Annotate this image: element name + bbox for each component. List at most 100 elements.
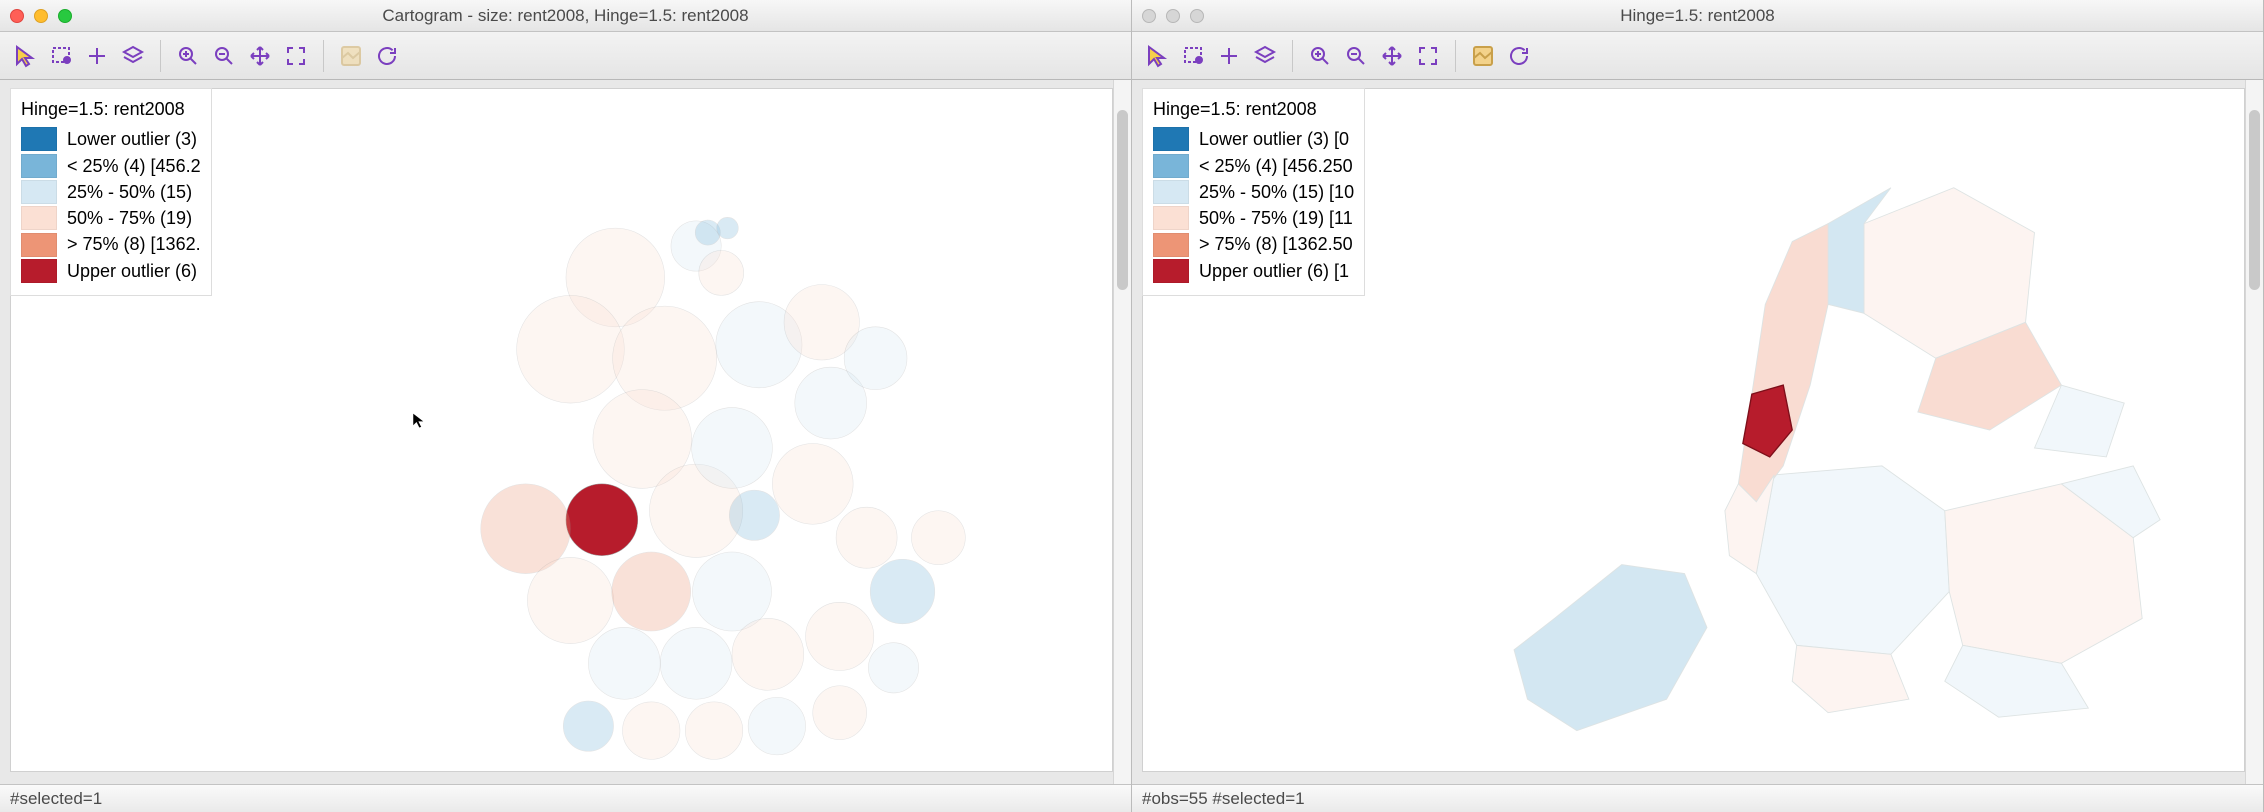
legend-item[interactable]: Lower outlier (3) [0	[1153, 127, 1354, 151]
legend-swatch	[21, 233, 57, 257]
titlebar[interactable]: Hinge=1.5: rent2008	[1132, 0, 2263, 32]
legend-swatch	[1153, 259, 1189, 283]
legend-swatch	[21, 154, 57, 178]
bubble[interactable]	[685, 702, 742, 759]
legend-label: Upper outlier (6)	[67, 259, 197, 283]
vertical-scrollbar[interactable]	[2245, 80, 2263, 784]
content-area: Hinge=1.5: rent2008 Lower outlier (3) [0…	[1132, 80, 2263, 784]
layers-icon[interactable]	[1250, 41, 1280, 71]
bubble[interactable]	[836, 507, 897, 568]
close-icon[interactable]	[10, 9, 24, 23]
map-region[interactable]	[1792, 645, 1909, 712]
toolbar	[0, 32, 1131, 80]
pan-icon[interactable]	[1377, 41, 1407, 71]
zoom-icon[interactable]	[58, 9, 72, 23]
bubble[interactable]	[813, 686, 867, 740]
basemap-icon[interactable]	[336, 41, 366, 71]
legend-item[interactable]: 50% - 75% (19) [11	[1153, 206, 1354, 230]
legend-label: 50% - 75% (19)	[67, 206, 192, 230]
bubble[interactable]	[692, 408, 773, 489]
legend-item[interactable]: > 75% (8) [1362.50	[1153, 232, 1354, 256]
legend[interactable]: Hinge=1.5: rent2008 Lower outlier (3) [0…	[1142, 88, 1365, 296]
legend-label: 25% - 50% (15) [10	[1199, 180, 1354, 204]
zoom-icon[interactable]	[1190, 9, 1204, 23]
legend-item[interactable]: Upper outlier (6)	[21, 259, 201, 283]
statusbar: #selected=1	[0, 784, 1131, 812]
map-region[interactable]	[1756, 466, 1949, 654]
legend-label: Upper outlier (6) [1	[1199, 259, 1349, 283]
scrollbar-thumb[interactable]	[1117, 110, 1128, 290]
bubble[interactable]	[623, 702, 680, 759]
legend-item[interactable]: < 25% (4) [456.250	[1153, 154, 1354, 178]
legend-item[interactable]: Lower outlier (3)	[21, 127, 201, 151]
legend-item[interactable]: Upper outlier (6) [1	[1153, 259, 1354, 283]
vertical-scrollbar[interactable]	[1113, 80, 1131, 784]
bubble[interactable]	[732, 618, 804, 690]
map-region[interactable]	[2035, 385, 2125, 457]
bubble[interactable]	[612, 552, 691, 631]
layers-icon[interactable]	[118, 41, 148, 71]
status-text: #selected=1	[10, 789, 102, 809]
legend-item[interactable]: < 25% (4) [456.2	[21, 154, 201, 178]
bubble[interactable]	[748, 697, 805, 754]
legend-swatch	[1153, 180, 1189, 204]
bubble[interactable]	[844, 327, 907, 390]
fit-icon[interactable]	[281, 41, 311, 71]
legend-title: Hinge=1.5: rent2008	[21, 97, 201, 121]
legend-label: Lower outlier (3) [0	[1199, 127, 1349, 151]
refresh-icon[interactable]	[372, 41, 402, 71]
map-region[interactable]	[1738, 224, 1828, 502]
bubble[interactable]	[588, 627, 660, 699]
fit-icon[interactable]	[1413, 41, 1443, 71]
content-area: Hinge=1.5: rent2008 Lower outlier (3) < 2…	[0, 80, 1131, 784]
legend-item[interactable]: 50% - 75% (19)	[21, 206, 201, 230]
bubble[interactable]	[868, 643, 918, 693]
bubble[interactable]	[527, 557, 613, 643]
legend-swatch	[21, 259, 57, 283]
close-icon[interactable]	[1142, 9, 1156, 23]
legend-swatch	[1153, 233, 1189, 257]
bubble[interactable]	[772, 443, 853, 524]
bubble[interactable]	[695, 220, 720, 245]
bubble[interactable]	[729, 490, 779, 540]
minimize-icon[interactable]	[34, 9, 48, 23]
legend-item[interactable]: 25% - 50% (15) [10	[1153, 180, 1354, 204]
legend-label: < 25% (4) [456.2	[67, 154, 201, 178]
map-region[interactable]	[1514, 565, 1707, 731]
bubble[interactable]	[699, 251, 744, 296]
select-rect-icon[interactable]	[46, 41, 76, 71]
window-title: Cartogram - size: rent2008, Hinge=1.5: r…	[0, 6, 1131, 26]
titlebar[interactable]: Cartogram - size: rent2008, Hinge=1.5: r…	[0, 0, 1131, 32]
bubble[interactable]	[870, 559, 935, 624]
minimize-icon[interactable]	[1166, 9, 1180, 23]
zoom-out-icon[interactable]	[1341, 41, 1371, 71]
basemap-icon[interactable]	[1468, 41, 1498, 71]
bubble[interactable]	[717, 217, 739, 239]
legend-item[interactable]: > 75% (8) [1362.	[21, 232, 201, 256]
bubble[interactable]	[563, 701, 613, 751]
legend-swatch	[1153, 206, 1189, 230]
legend[interactable]: Hinge=1.5: rent2008 Lower outlier (3) < 2…	[10, 88, 212, 296]
bubble[interactable]	[517, 295, 625, 403]
bubble[interactable]	[911, 511, 965, 565]
window-map: Hinge=1.5: rent2008	[1132, 0, 2264, 812]
plus-icon[interactable]	[1214, 41, 1244, 71]
pointer-icon[interactable]	[1142, 41, 1172, 71]
zoom-out-icon[interactable]	[209, 41, 239, 71]
legend-label: Lower outlier (3)	[67, 127, 197, 151]
traffic-lights	[10, 9, 72, 23]
select-rect-icon[interactable]	[1178, 41, 1208, 71]
pointer-icon[interactable]	[10, 41, 40, 71]
legend-swatch	[21, 180, 57, 204]
legend-item[interactable]: 25% - 50% (15)	[21, 180, 201, 204]
pan-icon[interactable]	[245, 41, 275, 71]
zoom-in-icon[interactable]	[1305, 41, 1335, 71]
bubble[interactable]	[660, 627, 732, 699]
bubble-selected[interactable]	[566, 484, 638, 556]
zoom-in-icon[interactable]	[173, 41, 203, 71]
scrollbar-thumb[interactable]	[2249, 110, 2260, 290]
refresh-icon[interactable]	[1504, 41, 1534, 71]
bubble[interactable]	[806, 602, 874, 670]
plus-icon[interactable]	[82, 41, 112, 71]
legend-swatch	[21, 127, 57, 151]
